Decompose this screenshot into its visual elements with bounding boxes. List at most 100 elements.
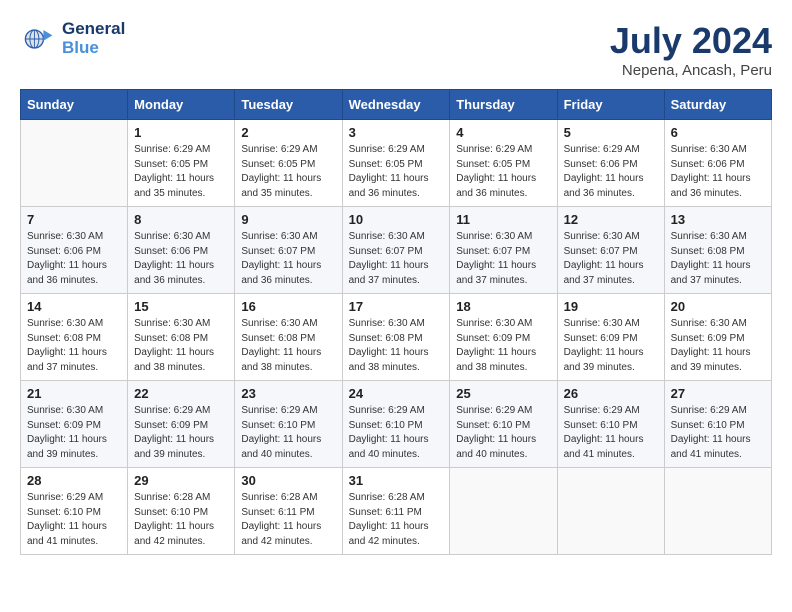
- calendar-day: 4 Sunrise: 6:29 AMSunset: 6:05 PMDaylight…: [450, 120, 557, 207]
- calendar-header-row: SundayMondayTuesdayWednesdayThursdayFrid…: [21, 90, 772, 120]
- day-number: 18: [456, 299, 550, 314]
- calendar-header-friday: Friday: [557, 90, 664, 120]
- day-number: 10: [349, 212, 444, 227]
- calendar-day: 16 Sunrise: 6:30 AMSunset: 6:08 PMDayligh…: [235, 294, 342, 381]
- day-number: 2: [241, 125, 335, 140]
- day-number: 22: [134, 386, 228, 401]
- month-title: July 2024: [610, 20, 772, 62]
- day-number: 15: [134, 299, 228, 314]
- calendar-day: 29Sunrise: 6:28 AMSunset: 6:10 PMDayligh…: [128, 468, 235, 555]
- calendar-day: 17 Sunrise: 6:30 AMSunset: 6:08 PMDayligh…: [342, 294, 450, 381]
- calendar-day: 19 Sunrise: 6:30 AMSunset: 6:09 PMDayligh…: [557, 294, 664, 381]
- page-header: General Blue July 2024 Nepena, Ancash, P…: [20, 20, 772, 79]
- day-info: Sunrise: 6:30 AMSunset: 6:08 PMDaylight:…: [241, 317, 335, 375]
- day-number: 25: [456, 386, 550, 401]
- day-info: Sunrise: 6:30 AMSunset: 6:06 PMDaylight:…: [27, 230, 121, 288]
- day-number: 4: [456, 125, 550, 140]
- calendar-header-monday: Monday: [128, 90, 235, 120]
- day-info: Sunrise: 6:29 AMSunset: 6:09 PMDaylight:…: [134, 404, 228, 462]
- day-info: Sunrise: 6:30 AMSunset: 6:07 PMDaylight:…: [564, 230, 658, 288]
- calendar-week-2: 7Sunrise: 6:30 AMSunset: 6:06 PMDaylight…: [21, 207, 772, 294]
- day-number: 29: [134, 473, 228, 488]
- day-info: Sunrise: 6:30 AMSunset: 6:07 PMDaylight:…: [349, 230, 444, 288]
- day-info: Sunrise: 6:29 AMSunset: 6:05 PMDaylight:…: [456, 143, 550, 201]
- calendar-day: [21, 120, 128, 207]
- day-number: 21: [27, 386, 121, 401]
- calendar-week-3: 14 Sunrise: 6:30 AMSunset: 6:08 PMDayligh…: [21, 294, 772, 381]
- day-info: Sunrise: 6:30 AMSunset: 6:07 PMDaylight:…: [241, 230, 335, 288]
- calendar-week-4: 21 Sunrise: 6:30 AMSunset: 6:09 PMDayligh…: [21, 381, 772, 468]
- calendar-day: 10 Sunrise: 6:30 AMSunset: 6:07 PMDayligh…: [342, 207, 450, 294]
- day-number: 16: [241, 299, 335, 314]
- location: Nepena, Ancash, Peru: [610, 62, 772, 79]
- day-number: 23: [241, 386, 335, 401]
- logo: General Blue: [20, 20, 125, 57]
- day-info: Sunrise: 6:30 AMSunset: 6:06 PMDaylight:…: [134, 230, 228, 288]
- logo-icon: [20, 21, 56, 57]
- day-number: 5: [564, 125, 658, 140]
- day-number: 24: [349, 386, 444, 401]
- day-info: Sunrise: 6:30 AMSunset: 6:08 PMDaylight:…: [134, 317, 228, 375]
- calendar-week-1: 1 Sunrise: 6:29 AMSunset: 6:05 PMDaylight…: [21, 120, 772, 207]
- day-info: Sunrise: 6:30 AMSunset: 6:09 PMDaylight:…: [456, 317, 550, 375]
- day-number: 26: [564, 386, 658, 401]
- calendar-day: 7Sunrise: 6:30 AMSunset: 6:06 PMDaylight…: [21, 207, 128, 294]
- day-number: 8: [134, 212, 228, 227]
- day-number: 20: [671, 299, 765, 314]
- calendar-day: 13 Sunrise: 6:30 AMSunset: 6:08 PMDayligh…: [664, 207, 771, 294]
- day-info: Sunrise: 6:29 AMSunset: 6:05 PMDaylight:…: [241, 143, 335, 201]
- logo-text: General Blue: [62, 20, 125, 57]
- calendar-day: 30Sunrise: 6:28 AMSunset: 6:11 PMDayligh…: [235, 468, 342, 555]
- calendar-header-wednesday: Wednesday: [342, 90, 450, 120]
- calendar-day: 1Sunrise: 6:29 AMSunset: 6:05 PMDaylight…: [128, 120, 235, 207]
- calendar-day: [664, 468, 771, 555]
- calendar-day: 23 Sunrise: 6:29 AMSunset: 6:10 PMDayligh…: [235, 381, 342, 468]
- calendar-day: 11Sunrise: 6:30 AMSunset: 6:07 PMDayligh…: [450, 207, 557, 294]
- calendar-day: 8 Sunrise: 6:30 AMSunset: 6:06 PMDaylight…: [128, 207, 235, 294]
- day-info: Sunrise: 6:29 AMSunset: 6:10 PMDaylight:…: [456, 404, 550, 462]
- day-info: Sunrise: 6:30 AMSunset: 6:08 PMDaylight:…: [27, 317, 121, 375]
- day-number: 13: [671, 212, 765, 227]
- calendar-day: [557, 468, 664, 555]
- day-info: Sunrise: 6:30 AMSunset: 6:08 PMDaylight:…: [349, 317, 444, 375]
- calendar-day: 14 Sunrise: 6:30 AMSunset: 6:08 PMDayligh…: [21, 294, 128, 381]
- calendar-day: 21 Sunrise: 6:30 AMSunset: 6:09 PMDayligh…: [21, 381, 128, 468]
- calendar-day: 5Sunrise: 6:29 AMSunset: 6:06 PMDaylight…: [557, 120, 664, 207]
- day-info: Sunrise: 6:30 AMSunset: 6:09 PMDaylight:…: [671, 317, 765, 375]
- calendar-day: 28Sunrise: 6:29 AMSunset: 6:10 PMDayligh…: [21, 468, 128, 555]
- day-info: Sunrise: 6:30 AMSunset: 6:09 PMDaylight:…: [27, 404, 121, 462]
- day-info: Sunrise: 6:28 AMSunset: 6:11 PMDaylight:…: [349, 491, 444, 549]
- calendar-header-tuesday: Tuesday: [235, 90, 342, 120]
- calendar-day: 22 Sunrise: 6:29 AMSunset: 6:09 PMDayligh…: [128, 381, 235, 468]
- calendar-day: 18 Sunrise: 6:30 AMSunset: 6:09 PMDayligh…: [450, 294, 557, 381]
- day-number: 27: [671, 386, 765, 401]
- day-info: Sunrise: 6:30 AMSunset: 6:06 PMDaylight:…: [671, 143, 765, 201]
- day-number: 30: [241, 473, 335, 488]
- day-info: Sunrise: 6:29 AMSunset: 6:10 PMDaylight:…: [564, 404, 658, 462]
- day-info: Sunrise: 6:29 AMSunset: 6:10 PMDaylight:…: [241, 404, 335, 462]
- day-info: Sunrise: 6:29 AMSunset: 6:10 PMDaylight:…: [349, 404, 444, 462]
- calendar-week-5: 28Sunrise: 6:29 AMSunset: 6:10 PMDayligh…: [21, 468, 772, 555]
- day-number: 9: [241, 212, 335, 227]
- calendar-day: 27 Sunrise: 6:29 AMSunset: 6:10 PMDayligh…: [664, 381, 771, 468]
- calendar-day: 31 Sunrise: 6:28 AMSunset: 6:11 PMDayligh…: [342, 468, 450, 555]
- day-number: 19: [564, 299, 658, 314]
- day-number: 28: [27, 473, 121, 488]
- calendar-header-saturday: Saturday: [664, 90, 771, 120]
- day-number: 3: [349, 125, 444, 140]
- calendar-day: 9 Sunrise: 6:30 AMSunset: 6:07 PMDaylight…: [235, 207, 342, 294]
- day-info: Sunrise: 6:29 AMSunset: 6:10 PMDaylight:…: [671, 404, 765, 462]
- day-number: 12: [564, 212, 658, 227]
- day-number: 1: [134, 125, 228, 140]
- day-number: 14: [27, 299, 121, 314]
- day-number: 11: [456, 212, 550, 227]
- day-info: Sunrise: 6:30 AMSunset: 6:09 PMDaylight:…: [564, 317, 658, 375]
- day-number: 6: [671, 125, 765, 140]
- calendar-day: 3Sunrise: 6:29 AMSunset: 6:05 PMDaylight…: [342, 120, 450, 207]
- day-number: 17: [349, 299, 444, 314]
- calendar-day: [450, 468, 557, 555]
- calendar-day: 12 Sunrise: 6:30 AMSunset: 6:07 PMDayligh…: [557, 207, 664, 294]
- day-number: 31: [349, 473, 444, 488]
- calendar-header-sunday: Sunday: [21, 90, 128, 120]
- day-info: Sunrise: 6:30 AMSunset: 6:08 PMDaylight:…: [671, 230, 765, 288]
